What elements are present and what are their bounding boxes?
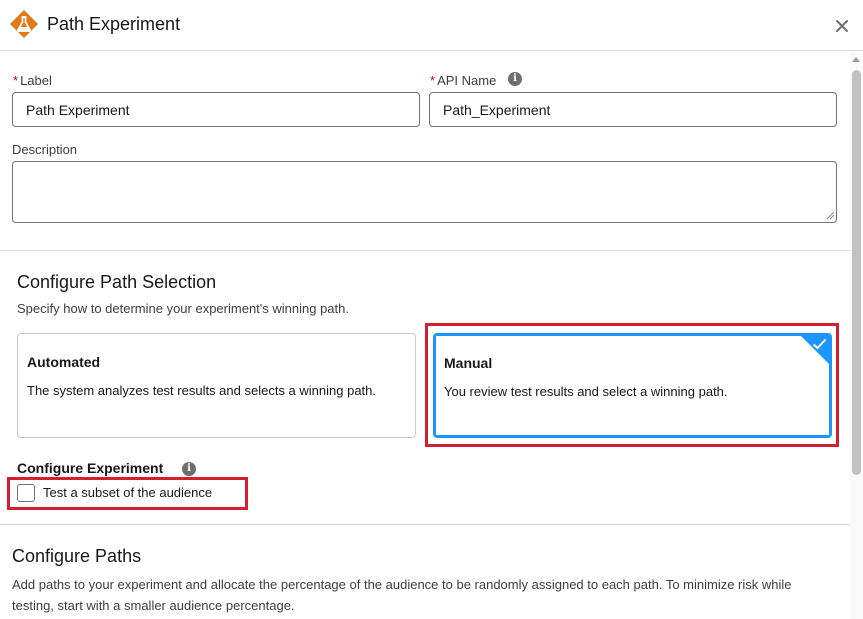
- manual-option-title: Manual: [444, 355, 493, 371]
- section-divider: [0, 250, 850, 251]
- description-textarea[interactable]: [12, 161, 837, 223]
- checkmark-icon: [812, 338, 827, 350]
- flask-icon: [10, 10, 38, 38]
- path-selection-title: Configure Path Selection: [17, 272, 217, 292]
- description-label: Description: [12, 142, 78, 157]
- info-icon[interactable]: i: [508, 72, 522, 86]
- configure-experiment-title: Configure Experiment: [17, 460, 164, 476]
- section-divider: [0, 524, 850, 525]
- configure-paths-title: Configure Paths: [12, 546, 142, 566]
- automated-option-card[interactable]: Automated The system analyzes test resul…: [17, 333, 416, 438]
- scroll-up-arrow-icon[interactable]: [852, 57, 860, 62]
- modal-header: Path Experiment: [0, 0, 863, 51]
- test-subset-checkbox[interactable]: [17, 484, 35, 502]
- scrollbar-thumb[interactable]: [852, 70, 861, 475]
- required-marker: *: [13, 73, 19, 88]
- manual-option-desc: You review test results and select a win…: [444, 384, 728, 399]
- close-icon: [836, 20, 848, 32]
- api-name-field-label: * API Name: [430, 73, 496, 88]
- manual-option-card[interactable]: Manual You review test results and selec…: [433, 333, 832, 438]
- info-icon[interactable]: i: [182, 462, 196, 476]
- label-text: Label: [20, 73, 52, 88]
- api-name-text: API Name: [437, 73, 497, 88]
- automated-option-desc: The system analyzes test results and sel…: [27, 383, 377, 398]
- automated-option-title: Automated: [27, 354, 101, 370]
- label-input[interactable]: [12, 92, 420, 127]
- test-subset-label[interactable]: Test a subset of the audience: [43, 485, 212, 500]
- label-field-label: * Label: [13, 73, 52, 88]
- modal-title: Path Experiment: [47, 14, 181, 34]
- required-marker: *: [430, 73, 436, 88]
- resize-handle-icon[interactable]: [826, 211, 835, 220]
- close-button[interactable]: [829, 13, 855, 39]
- path-selection-help: Specify how to determine your experiment…: [17, 301, 349, 316]
- configure-paths-help: Add paths to your experiment and allocat…: [12, 577, 792, 613]
- api-name-input[interactable]: [429, 92, 837, 127]
